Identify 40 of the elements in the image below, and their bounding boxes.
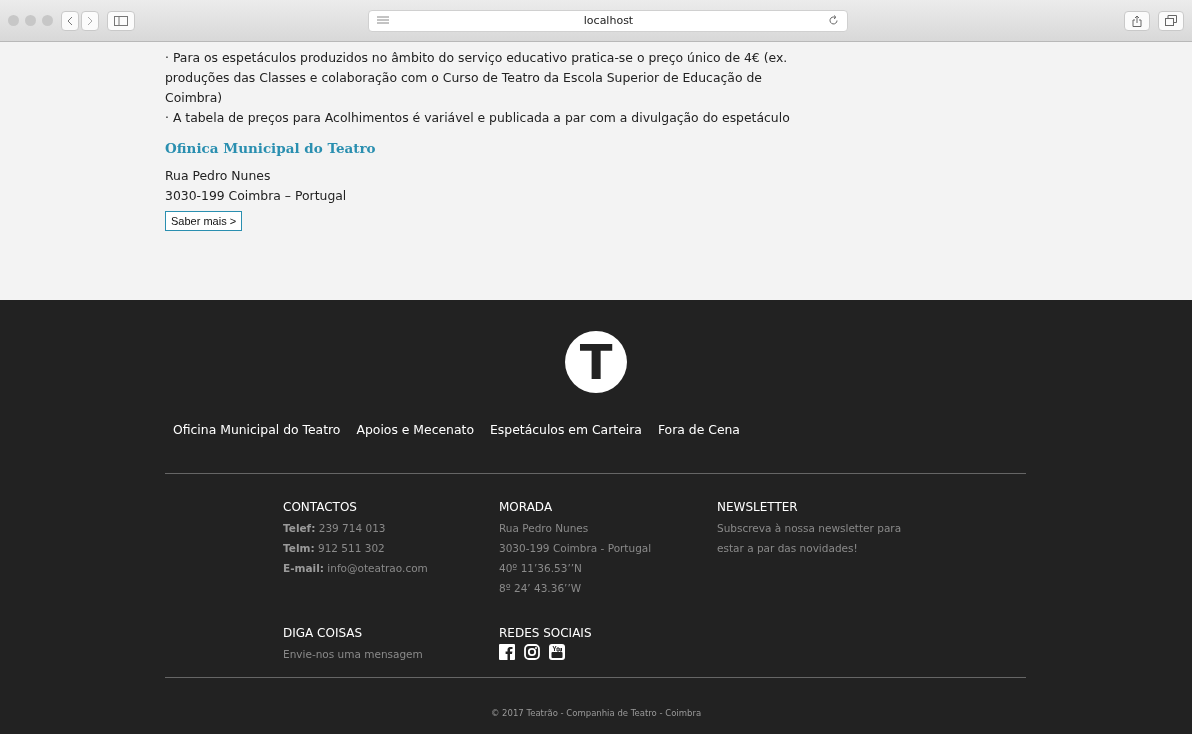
section-title: MORADA <box>499 500 554 514</box>
chevron-right-icon <box>86 15 94 26</box>
footer-text: 40º 11’36.53’’N <box>499 561 582 576</box>
youtube-icon[interactable] <box>549 643 565 660</box>
read-more-button[interactable]: Saber mais > <box>165 211 243 231</box>
section-title: NEWSLETTER <box>717 500 799 514</box>
section-title: CONTACTOS <box>283 500 358 514</box>
footer-nav-link[interactable]: Fora de Cena <box>657 422 740 473</box>
venue-heading: Ofinica Municipal do Teatro <box>165 140 376 156</box>
chevron-left-icon <box>66 15 74 26</box>
footer-text: Envie-nos uma mensagem <box>283 646 423 662</box>
footer-text: 8º 24’ 43.36’’W <box>499 581 582 596</box>
footer-text: Subscreva à nossa newsletter para estar a par das novidades! <box>717 521 903 556</box>
sidebar-icon <box>114 15 128 26</box>
footer-text: Telm: 912 511 302 <box>283 541 385 556</box>
back-button[interactable] <box>61 10 79 31</box>
share-button[interactable] <box>1124 10 1150 31</box>
footer-nav-link[interactable]: Apoios e Mecenato <box>356 422 474 473</box>
footer-nav-link[interactable]: Espetáculos em Carteira <box>490 422 642 473</box>
footer-text: 3030-199 Coimbra - Portugal <box>499 541 652 556</box>
price-note: · Para os espetáculos produzidos no âmbito do serviço educativo pratica-se o preço único de 4€ (ex. produções das Classes e colaboração com o Curso de Teatro da Escola Superior de Educação de Coimbra) <box>165 49 789 107</box>
section-title: DIGA COISAS <box>283 625 364 640</box>
share-icon <box>1132 14 1142 27</box>
logo[interactable]: T <box>565 331 627 393</box>
sidebar-button[interactable] <box>107 10 135 31</box>
address-line: Rua Pedro Nunes <box>165 167 271 185</box>
footer-text: Telef: 239 714 013 <box>283 521 386 536</box>
instagram-icon[interactable] <box>524 643 540 660</box>
section-title: REDES SOCIAIS <box>499 625 593 640</box>
tabs-icon <box>1165 15 1177 26</box>
footer-text: E-mail: info@oteatrao.com <box>283 561 428 576</box>
footer-nav-link[interactable]: Oficina Municipal do Teatro <box>173 422 341 473</box>
footer-text: Rua Pedro Nunes <box>499 521 589 536</box>
copyright-text: © 2017 Teatrão - Companhia de Teatro - Coimbra <box>490 708 702 718</box>
price-note: · A tabela de preços para Acolhimentos é variável e publicada a par com a divulgação do espetáculo <box>165 109 791 127</box>
reload-icon[interactable] <box>828 15 839 26</box>
tabs-button[interactable] <box>1158 10 1184 31</box>
address-bar[interactable]: localhost <box>368 9 848 32</box>
address-line: 3030-199 Coimbra – Portugal <box>165 187 347 205</box>
facebook-icon[interactable] <box>499 643 515 660</box>
